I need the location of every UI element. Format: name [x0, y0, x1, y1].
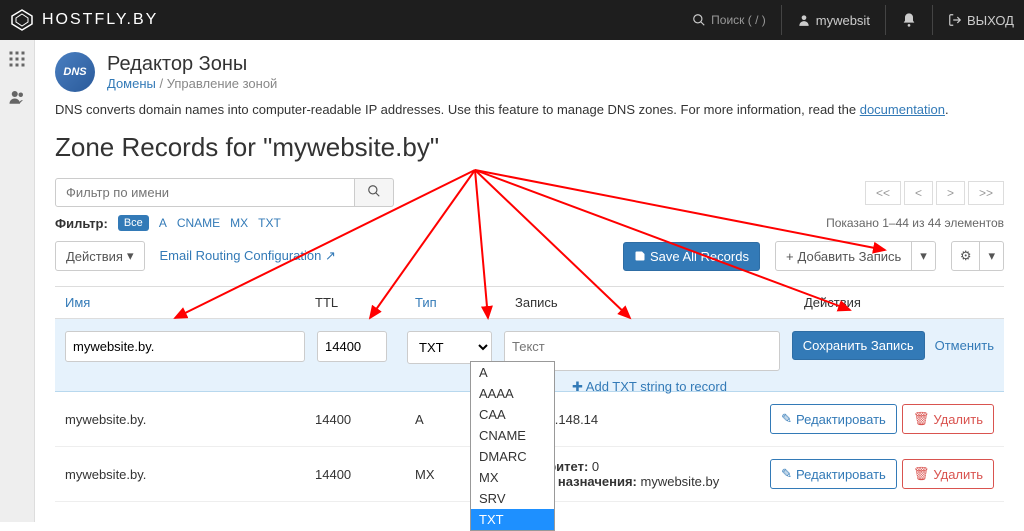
col-type[interactable]: Тип: [415, 295, 437, 310]
user-menu[interactable]: mywebsit: [797, 13, 870, 28]
pager-next[interactable]: >: [936, 181, 965, 205]
email-routing-link[interactable]: Email Routing Configuration ↗: [160, 248, 336, 264]
settings-dropdown[interactable]: ▾: [980, 241, 1004, 271]
filter-input[interactable]: [55, 178, 355, 207]
delete-button[interactable]: 🗑 Удалить: [902, 459, 994, 489]
opt-mx[interactable]: MX: [471, 467, 554, 488]
filter-label: Фильтр:: [55, 216, 108, 231]
page-description: DNS converts domain names into computer-…: [55, 102, 1004, 117]
col-ttl: TTL: [315, 295, 415, 310]
user-icon: [797, 13, 811, 27]
opt-cname[interactable]: CNAME: [471, 425, 554, 446]
search-area[interactable]: Поиск ( / ): [692, 13, 766, 27]
divider: [885, 5, 886, 35]
record-name-input[interactable]: [65, 331, 305, 362]
logo-text: HOSTFLY.BY: [42, 11, 158, 29]
external-link-icon: ↗: [325, 248, 336, 263]
pager-last[interactable]: >>: [968, 181, 1004, 205]
col-name[interactable]: Имя: [65, 295, 90, 310]
add-record-button[interactable]: + Добавить Запись: [775, 241, 912, 271]
col-record: Запись: [515, 295, 804, 310]
edit-row: TXT Сохранить Запись Отменить ✚ Add TXT …: [55, 319, 1004, 392]
zone-heading: Zone Records for "mywebsite.by": [55, 132, 1004, 163]
edit-button[interactable]: ✎ Редактировать: [770, 404, 897, 434]
search-icon: [367, 184, 381, 198]
chevron-down-icon: ▾: [920, 248, 927, 264]
bell-icon: [901, 12, 917, 28]
breadcrumb: Домены / Управление зоной: [107, 76, 277, 91]
filter-cname[interactable]: CNAME: [177, 216, 220, 230]
col-actions: Действия: [804, 295, 1004, 310]
record-ttl-input[interactable]: [317, 331, 387, 362]
add-txt-string[interactable]: ✚ Add TXT string to record: [572, 379, 727, 395]
search-placeholder: Поиск ( / ): [711, 13, 766, 27]
save-record-button[interactable]: Сохранить Запись: [792, 331, 925, 360]
divider: [932, 5, 933, 35]
crumb-domains[interactable]: Домены: [107, 76, 156, 91]
add-record-dropdown[interactable]: ▾: [912, 241, 936, 271]
opt-txt[interactable]: TXT: [471, 509, 554, 530]
filter-a[interactable]: A: [159, 216, 167, 230]
logout-icon: [948, 13, 962, 27]
page-title: Редактор Зоны: [107, 53, 277, 76]
divider: [781, 5, 782, 35]
opt-a[interactable]: A: [471, 362, 554, 383]
logo-icon: [10, 8, 34, 32]
users-icon[interactable]: [8, 88, 26, 111]
delete-button[interactable]: 🗑 Удалить: [902, 404, 994, 434]
type-dropdown[interactable]: A AAAA CAA CNAME DMARC MX SRV TXT: [470, 361, 555, 531]
filter-all[interactable]: Все: [118, 215, 149, 231]
opt-srv[interactable]: SRV: [471, 488, 554, 509]
pager-first[interactable]: <<: [865, 181, 901, 205]
logout-button[interactable]: ВЫХОД: [948, 13, 1014, 28]
chevron-down-icon: ▾: [127, 248, 134, 264]
opt-dmarc[interactable]: DMARC: [471, 446, 554, 467]
filter-search-button[interactable]: [355, 178, 394, 207]
settings-button[interactable]: ⚙: [951, 241, 981, 271]
opt-aaaa[interactable]: AAAA: [471, 383, 554, 404]
dns-icon: DNS: [55, 52, 95, 92]
gear-icon: ⚙: [960, 248, 972, 264]
opt-caa[interactable]: CAA: [471, 404, 554, 425]
edit-button[interactable]: ✎ Редактировать: [770, 459, 897, 489]
pager-prev[interactable]: <: [904, 181, 933, 205]
shown-count: Показано 1–44 из 44 элементов: [826, 216, 1004, 230]
cancel-link[interactable]: Отменить: [935, 338, 994, 353]
apps-icon[interactable]: [8, 50, 26, 73]
actions-dropdown[interactable]: Действия ▾: [55, 241, 145, 271]
notifications[interactable]: [901, 12, 917, 28]
save-icon: [634, 250, 646, 262]
filter-txt[interactable]: TXT: [258, 216, 281, 230]
chevron-down-icon: ▾: [988, 248, 995, 264]
doc-link[interactable]: documentation: [860, 102, 945, 117]
search-icon: [692, 13, 706, 27]
filter-mx[interactable]: MX: [230, 216, 248, 230]
record-type-select[interactable]: TXT: [407, 331, 492, 364]
save-all-button[interactable]: Save All Records: [623, 242, 760, 271]
